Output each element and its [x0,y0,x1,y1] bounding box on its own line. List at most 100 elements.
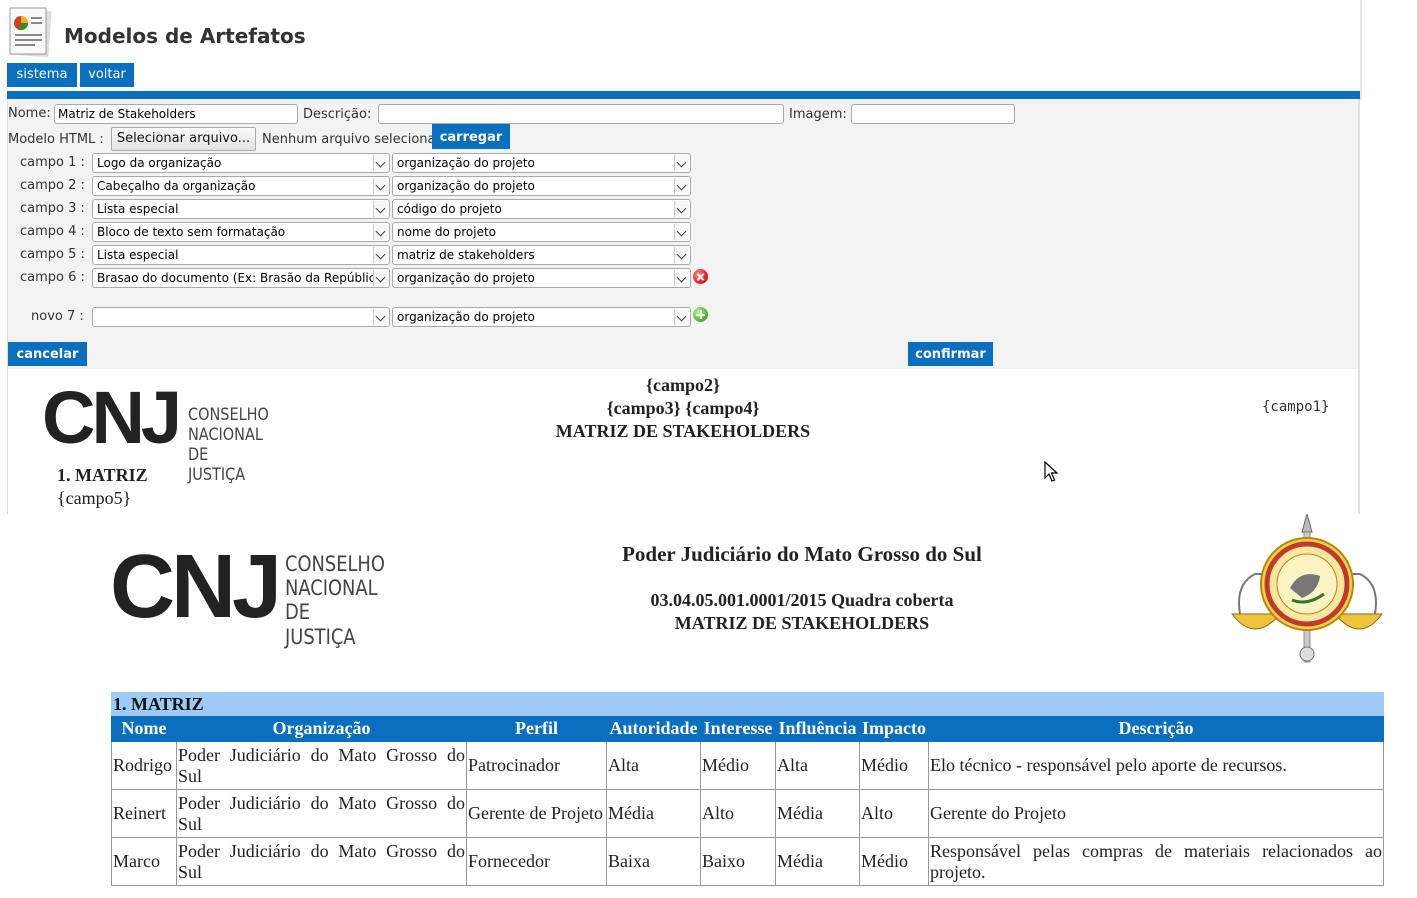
document-project: 03.04.05.001.0001/2015 Quadra coberta [650,590,954,610]
table-cell: Gerente de Projeto [466,789,607,838]
add-field-icon[interactable] [693,307,708,322]
chevron-down-icon [674,247,689,263]
field-source-select[interactable]: matriz de stakeholders [392,245,691,265]
descricao-input[interactable] [378,104,784,124]
table-cell: Alta [606,741,701,790]
nav-voltar-button[interactable]: voltar [80,63,134,87]
nav-sistema-button[interactable]: sistema [7,63,77,87]
field-type-value: Brasao do documento (Ex: Brasão da Repúb… [97,271,388,285]
field-label: campo 6 : [20,270,85,285]
field-type-select[interactable]: Lista especial [92,199,390,219]
field-source-value: código do projeto [397,202,502,216]
field-source-select[interactable]: código do projeto [392,199,691,219]
field-type-value: Bloco de texto sem formatação [97,225,286,239]
new-field-type-select[interactable] [92,307,390,327]
column-header: Interesse [700,715,776,742]
table-cell: Patrocinador [466,741,607,790]
field-type-value: Lista especial [97,202,179,216]
field-source-select[interactable]: organização do projeto [392,153,691,173]
cnj-logo-line3: DE JUSTIÇA [188,445,246,486]
table-cell: Rodrigo [111,741,177,790]
page-title: Modelos de Artefatos [64,24,306,48]
table-cell: Baixo [700,837,776,886]
column-header: Impacto [859,715,929,742]
table-cell: Médio [859,741,929,790]
nome-input[interactable]: Matriz de Stakeholders [54,104,298,124]
field-type-select[interactable]: Brasao do documento (Ex: Brasão da Repúb… [92,268,390,288]
field-type-value: Cabeçalho da organização [97,179,256,193]
chevron-down-icon [674,270,689,286]
field-type-value: Logo da organização [97,156,222,170]
field-source-select[interactable]: nome do projeto [392,222,691,242]
confirm-button[interactable]: confirmar [908,342,993,366]
field-source-value: organização do projeto [397,271,535,285]
table-cell: Média [775,837,860,886]
cnj-logo: CNJ CONSELHO NACIONAL DE JUSTIÇA [110,542,385,649]
field-type-select[interactable]: Logo da organização [92,153,390,173]
field-source-value: organização do projeto [397,179,535,193]
field-source-value: organização do projeto [397,156,535,170]
mouse-cursor-icon [1044,461,1058,482]
table-cell: Alto [859,789,929,838]
chevron-down-icon [373,270,388,286]
table-cell: Médio [859,837,929,886]
document-org-name: Poder Judiciário do Mato Grosso do Sul [622,542,982,566]
file-status: Nenhum arquivo selecionado. [262,132,456,147]
chevron-down-icon [674,178,689,194]
chevron-down-icon [674,155,689,171]
chevron-down-icon [373,178,388,194]
cnj-logo-line3: DE JUSTIÇA [285,600,356,650]
field-source-value: organização do projeto [397,310,535,324]
table-cell: Alto [700,789,776,838]
table-row: Reinert Poder Judiciário do Mato Grosso … [111,789,1385,838]
table-cell: Poder Judiciário do Mato Grosso do Sul [176,741,467,790]
document-title: MATRIZ DE STAKEHOLDERS [674,613,930,633]
table-cell: Gerente do Projeto [927,789,1385,838]
remove-field-icon[interactable] [693,269,708,284]
select-file-button[interactable]: Selecionar arquivo... [111,127,256,151]
new-field-source-select[interactable]: organização do projeto [392,307,691,327]
field-source-select[interactable]: organização do projeto [392,176,691,196]
cnj-logo-line2: NACIONAL [285,576,378,600]
nome-label: Nome: [8,106,51,121]
preview-line2: {campo3} {campo4} [606,398,760,418]
imagem-input[interactable] [851,104,1015,124]
chevron-down-icon [373,155,388,171]
table-cell: Responsável pelas compras de materiais r… [927,837,1385,886]
section-row: 1. MATRIZ [110,692,1385,716]
table-cell: Fornecedor [466,837,607,886]
table-header-row: Nome Organização Perfil Autoridade Inter… [111,715,1385,742]
column-header: Descrição [927,715,1385,742]
chevron-down-icon [674,309,689,325]
table-row: Marco Poder Judiciário do Mato Grosso do… [111,837,1385,886]
chevron-down-icon [674,224,689,240]
artifact-form: Nome: Matriz de Stakeholders Descrição: … [7,99,1360,369]
table-cell: Reinert [111,789,177,838]
field-label: campo 2 : [20,178,85,193]
modelo-html-label: Modelo HTML : [8,132,104,147]
artifact-models-icon [9,7,52,58]
stakeholder-table: 1. MATRIZ Nome Organização Perfil Autori… [110,692,1385,886]
table-cell: Médio [700,741,776,790]
table-cell: Marco [111,837,177,886]
cancel-button[interactable]: cancelar [8,342,87,366]
template-preview: CNJ CONSELHO NACIONAL DE JUSTIÇA {campo2… [7,369,1360,514]
table-cell: Elo técnico - responsável pelo aporte de… [927,741,1385,790]
field-type-select[interactable]: Lista especial [92,245,390,265]
upload-button[interactable]: carregar [432,124,510,149]
field-type-select[interactable]: Bloco de texto sem formatação [92,222,390,242]
chevron-down-icon [674,201,689,217]
chevron-down-icon [373,201,388,217]
descricao-label: Descrição: [303,107,372,122]
field-source-value: matriz de stakeholders [397,248,535,262]
field-source-select[interactable]: organização do projeto [392,268,691,288]
frame-border [1360,0,1362,100]
court-seal-icon [1230,514,1383,663]
table-cell: Baixa [606,837,701,886]
imagem-label: Imagem: [789,107,847,122]
field-label: campo 1 : [20,155,85,170]
field-type-select[interactable]: Cabeçalho da organização [92,176,390,196]
preview-section-placeholder: {campo5} [57,488,132,508]
header-bar [7,91,1360,99]
field-label: campo 5 : [20,247,85,262]
